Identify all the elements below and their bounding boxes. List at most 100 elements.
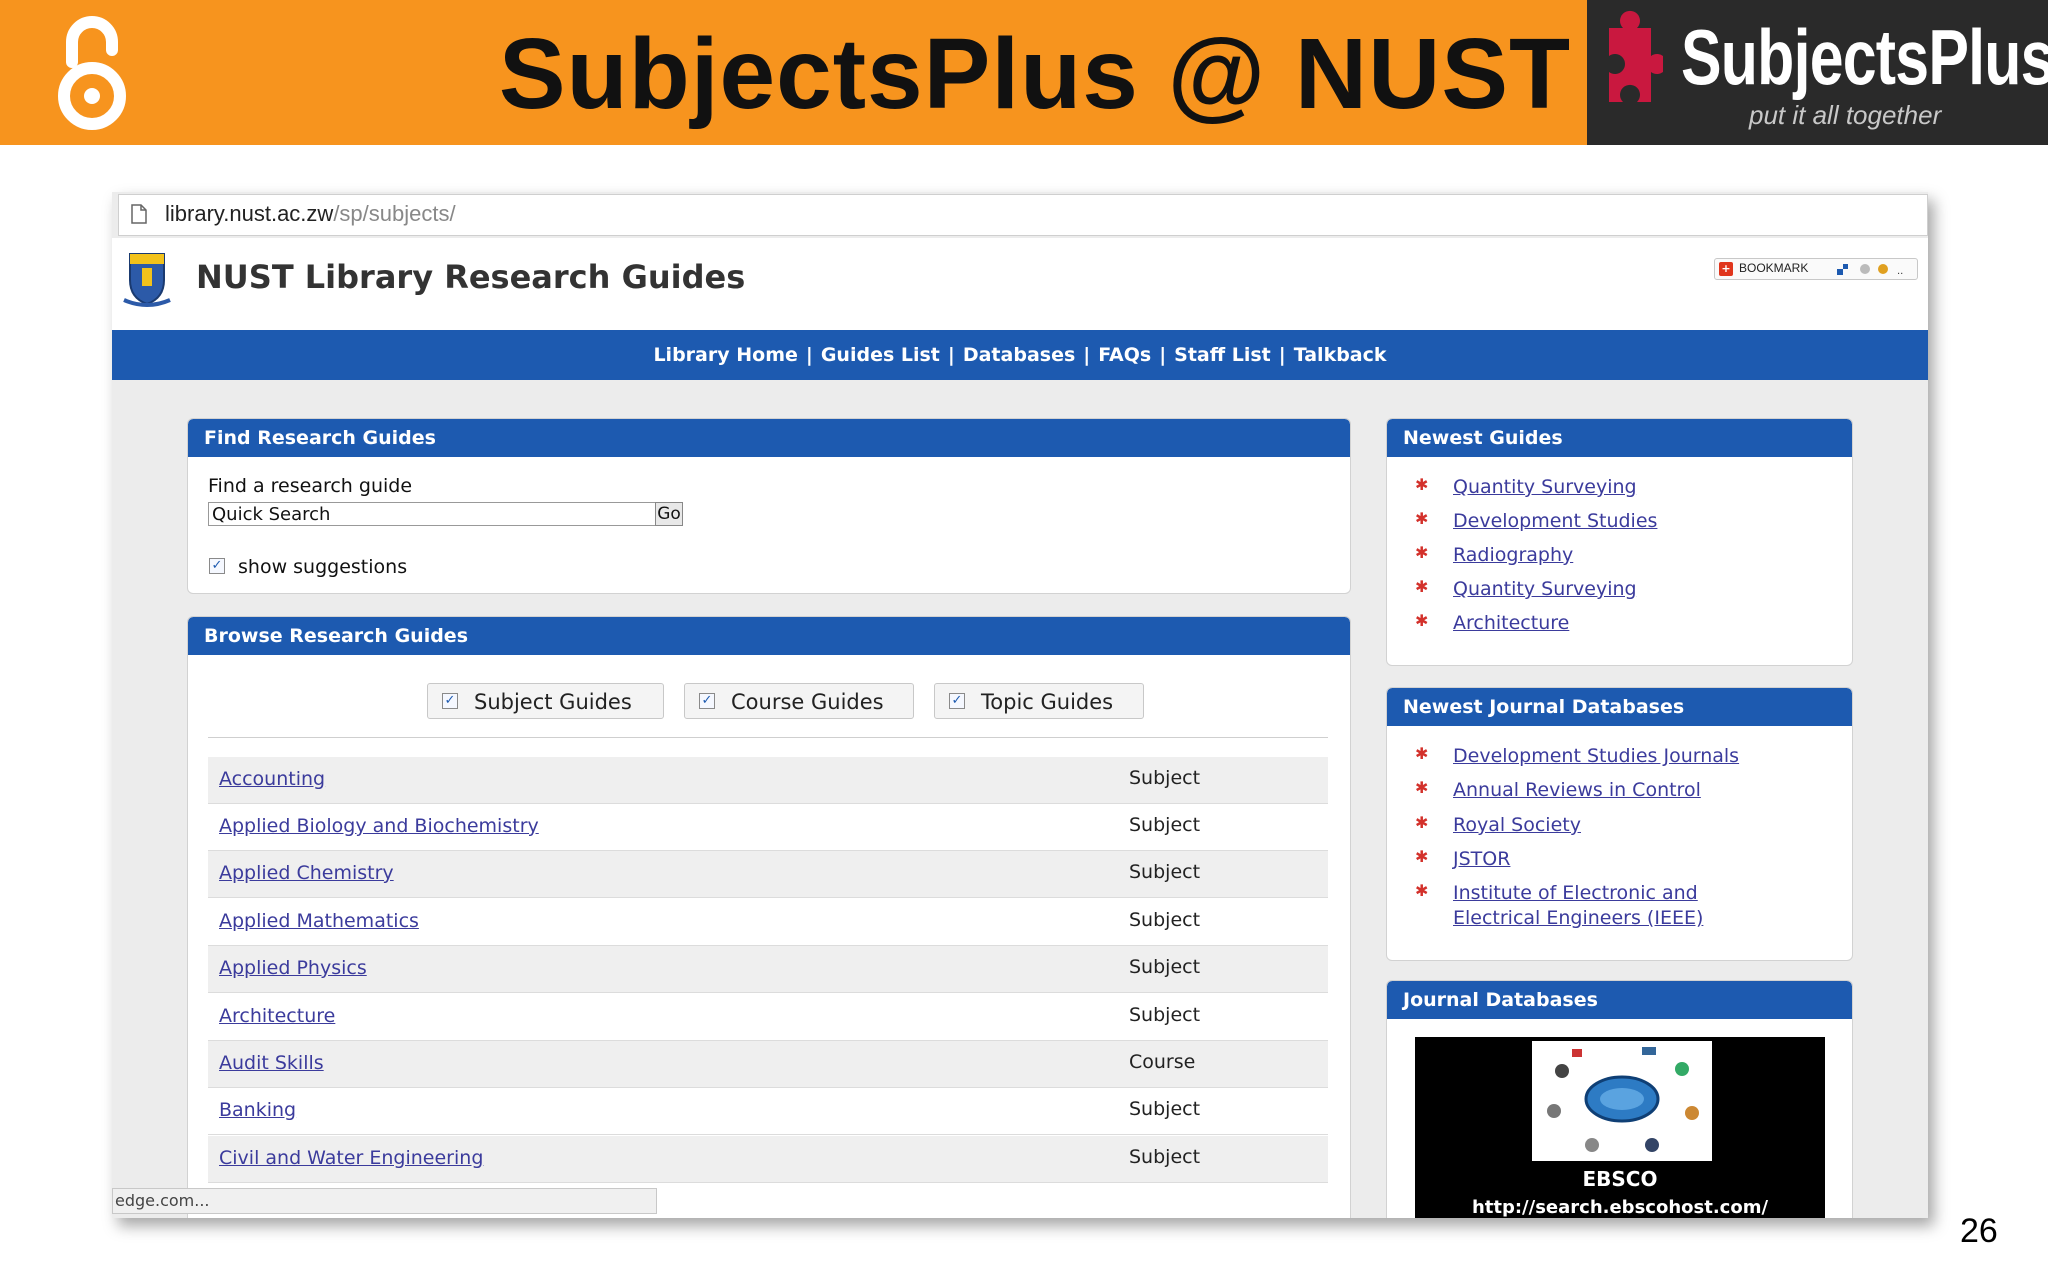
address-bar[interactable]: library.nust.ac.zw/sp/subjects/ <box>118 194 1928 236</box>
star-icon: ✱ <box>1415 881 1429 900</box>
star-icon: ✱ <box>1415 813 1429 832</box>
svg-text:..: .. <box>1897 266 1903 276</box>
guide-type: Subject <box>1129 1098 1201 1120</box>
newest-journals-header: Newest Journal Databases <box>1387 688 1852 726</box>
table-row: Banking Subject <box>208 1088 1328 1135</box>
journal-databases-panel: Journal Databases EBSCO http://search.eb… <box>1386 980 1853 1218</box>
journal-link[interactable]: Annual Reviews in Control <box>1453 778 1833 803</box>
guide-link[interactable]: Banking <box>219 1099 296 1121</box>
guide-type: Subject <box>1129 1146 1201 1168</box>
site-title: NUST Library Research Guides <box>196 258 746 296</box>
browse-guides-header: Browse Research Guides <box>188 617 1350 655</box>
url-path: /sp/subjects/ <box>333 201 456 226</box>
newest-guide-link[interactable]: Quantity Surveying <box>1453 577 1833 602</box>
table-row: Civil and Water Engineering Subject <box>208 1136 1328 1183</box>
puzzle-piece-icon <box>1609 10 1663 102</box>
browser-status-bar: edge.com... <box>112 1188 657 1214</box>
journal-link[interactable]: JSTOR <box>1453 847 1833 872</box>
guide-type: Subject <box>1129 909 1201 931</box>
star-icon: ✱ <box>1415 778 1429 797</box>
show-suggestions-checkbox[interactable]: ✓ <box>209 558 225 574</box>
guide-link[interactable]: Architecture <box>219 1005 335 1027</box>
topic-guides-checkbox[interactable]: ✓ <box>949 693 965 709</box>
find-guides-panel: Find Research Guides Find a research gui… <box>187 418 1351 594</box>
newest-guide-link[interactable]: Development Studies <box>1453 509 1833 534</box>
newest-guide-link[interactable]: Architecture <box>1453 611 1833 636</box>
ebsco-url[interactable]: http://search.ebscohost.com/ <box>1415 1197 1825 1218</box>
guide-link[interactable]: Accounting <box>219 768 325 790</box>
star-icon: ✱ <box>1415 847 1429 866</box>
journal-link[interactable]: Royal Society <box>1453 813 1833 838</box>
table-row: Applied Mathematics Subject <box>208 899 1328 946</box>
guide-link[interactable]: Civil and Water Engineering <box>219 1147 483 1169</box>
star-icon: ✱ <box>1415 475 1429 494</box>
guide-type: Subject <box>1129 767 1201 789</box>
table-row: Accounting Subject <box>208 757 1328 804</box>
table-row: Architecture Subject <box>208 994 1328 1041</box>
filter-topic-guides[interactable]: ✓ Topic Guides <box>934 683 1144 719</box>
show-suggestions-label: show suggestions <box>238 556 408 578</box>
find-label: Find a research guide <box>208 475 413 497</box>
filter-label: Topic Guides <box>981 690 1114 714</box>
guide-type: Subject <box>1129 861 1201 883</box>
journal-link[interactable]: Institute of Electronic and Electrical E… <box>1453 881 1753 931</box>
table-row: Applied Biology and Biochemistry Subject <box>208 804 1328 851</box>
ebsco-banner[interactable]: EBSCO http://search.ebscohost.com/ <box>1415 1037 1825 1218</box>
filter-label: Course Guides <box>731 690 884 714</box>
plus-icon: + <box>1719 262 1733 276</box>
go-button[interactable]: Go <box>655 502 683 526</box>
subjectsplus-logo: SubjectsPlus put it all together <box>1587 0 2048 145</box>
star-icon: ✱ <box>1415 611 1429 630</box>
nav-library-home[interactable]: Library Home <box>653 344 797 366</box>
share-services-icon: .. <box>1837 264 1903 276</box>
guide-type: Subject <box>1129 814 1201 836</box>
journal-databases-header: Journal Databases <box>1387 981 1852 1019</box>
browse-guides-panel: Browse Research Guides ✓ Subject Guides … <box>187 616 1351 1218</box>
site-nav: Library Home | Guides List | Databases | FAQs |… <box>112 330 1928 380</box>
guide-link[interactable]: Applied Physics <box>219 957 367 979</box>
table-row: Audit Skills Course <box>208 1041 1328 1088</box>
nust-crest-icon <box>123 253 171 307</box>
page-icon <box>131 204 147 224</box>
nav-databases[interactable]: Databases <box>963 344 1075 366</box>
guide-link[interactable]: Applied Mathematics <box>219 910 419 932</box>
page-number: 26 <box>1960 1212 1998 1250</box>
guide-type: Subject <box>1129 956 1201 978</box>
table-row: Applied Physics Subject <box>208 946 1328 993</box>
guide-link[interactable]: Applied Chemistry <box>219 862 394 884</box>
browser-screenshot: library.nust.ac.zw/sp/subjects/ NUST Lib… <box>112 192 1928 1218</box>
ebsco-name: EBSCO <box>1582 1167 1658 1191</box>
slide-title: SubjectsPlus @ NUST <box>498 18 1572 130</box>
guide-type: Course <box>1129 1051 1196 1073</box>
nav-faqs[interactable]: FAQs <box>1098 344 1151 366</box>
filter-course-guides[interactable]: ✓ Course Guides <box>684 683 914 719</box>
search-input[interactable] <box>208 502 656 526</box>
newest-guide-link[interactable]: Quantity Surveying <box>1453 475 1833 500</box>
newest-guides-panel: Newest Guides ✱ Quantity Surveying ✱ Devel… <box>1386 418 1853 666</box>
newest-guides-header: Newest Guides <box>1387 419 1852 457</box>
table-row: Applied Chemistry Subject <box>208 851 1328 898</box>
ebsco-globe-icon <box>1532 1041 1712 1161</box>
newest-guide-link[interactable]: Radiography <box>1453 543 1833 568</box>
address-url: library.nust.ac.zw/sp/subjects/ <box>165 201 456 227</box>
star-icon: ✱ <box>1415 509 1429 528</box>
guide-link[interactable]: Applied Biology and Biochemistry <box>219 815 539 837</box>
filter-label: Subject Guides <box>474 690 632 714</box>
course-guides-checkbox[interactable]: ✓ <box>699 693 715 709</box>
open-access-icon <box>58 16 126 130</box>
guide-link[interactable]: Audit Skills <box>219 1052 324 1074</box>
url-host: library.nust.ac.zw <box>165 201 334 226</box>
bookmark-label: BOOKMARK <box>1739 261 1809 275</box>
nav-staff-list[interactable]: Staff List <box>1174 344 1271 366</box>
journal-link[interactable]: Development Studies Journals <box>1453 744 1833 769</box>
filter-subject-guides[interactable]: ✓ Subject Guides <box>427 683 664 719</box>
logo-name: SubjectsPlus <box>1681 13 2048 101</box>
guide-type: Subject <box>1129 1004 1201 1026</box>
star-icon: ✱ <box>1415 543 1429 562</box>
divider <box>208 737 1328 738</box>
nav-talkback[interactable]: Talkback <box>1294 344 1387 366</box>
subject-guides-checkbox[interactable]: ✓ <box>442 693 458 709</box>
nav-guides-list[interactable]: Guides List <box>821 344 940 366</box>
slide-header: SubjectsPlus @ NUST SubjectsPlus put it … <box>0 0 2048 145</box>
bookmark-button[interactable]: + BOOKMARK .. <box>1714 258 1918 280</box>
